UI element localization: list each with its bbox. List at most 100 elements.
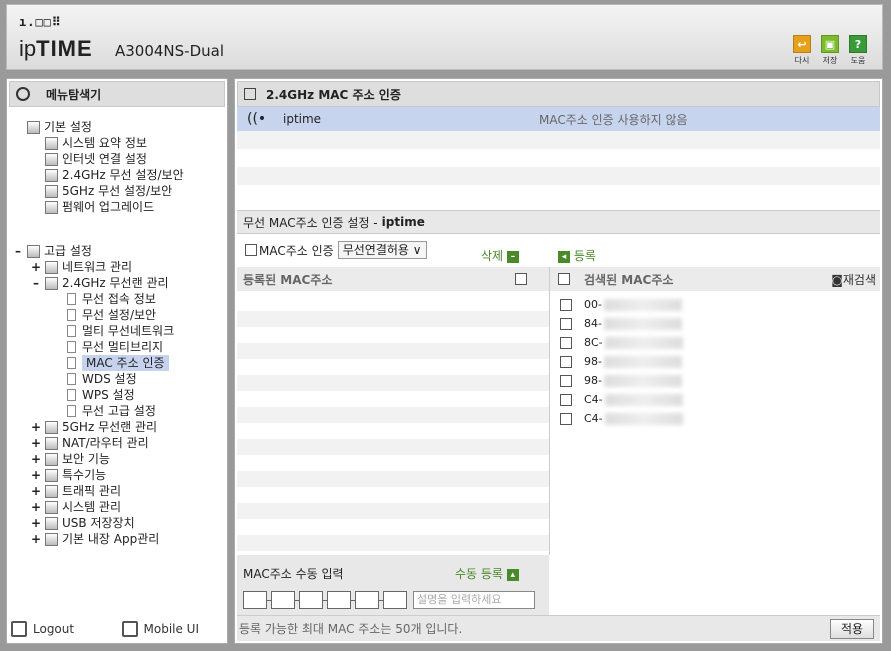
menu-mac-auth[interactable]: MAC 주소 인증 bbox=[67, 355, 169, 371]
page-icon bbox=[67, 373, 76, 385]
found-mac-item[interactable]: 00- bbox=[550, 295, 682, 314]
ssid-name: iptime bbox=[283, 112, 322, 126]
tree-usb[interactable]: + USB 저장장치 bbox=[31, 515, 135, 531]
redo-icon: ↩ bbox=[793, 35, 811, 53]
max-mac-note: 등록 가능한 최대 MAC 주소는 50개 입니다. bbox=[239, 622, 463, 636]
expand-icon[interactable]: + bbox=[31, 515, 41, 531]
folder-icon bbox=[27, 244, 40, 258]
menu-wireless-security[interactable]: 무선 설정/보안 bbox=[67, 307, 156, 323]
usb-icon bbox=[45, 516, 58, 530]
mobile-ui-button[interactable]: Mobile UI bbox=[121, 621, 199, 637]
page-icon bbox=[67, 341, 76, 353]
minus-icon: – bbox=[506, 250, 519, 263]
logout-icon bbox=[11, 621, 27, 637]
found-mac-item[interactable]: 98- bbox=[550, 352, 682, 371]
rescan-button[interactable]: ◙재검색 bbox=[831, 271, 876, 288]
menu-multi-bridge[interactable]: 무선 멀티브리지 bbox=[67, 339, 163, 355]
tree-network[interactable]: + 네트워크 관리 bbox=[31, 259, 132, 275]
tree-advanced-settings[interactable]: – 고급 설정 bbox=[13, 243, 92, 259]
mac-octet-input[interactable] bbox=[383, 591, 407, 609]
special-icon bbox=[45, 468, 58, 482]
collapse-icon[interactable]: – bbox=[13, 243, 23, 259]
page-icon bbox=[67, 309, 76, 321]
help-icon: ? bbox=[849, 35, 867, 53]
mac-octet-input[interactable] bbox=[299, 591, 323, 609]
found-mac-item[interactable]: 98- bbox=[550, 371, 682, 390]
select-all-found-checkbox[interactable] bbox=[558, 273, 570, 285]
expand-icon[interactable]: + bbox=[31, 451, 41, 467]
mac-octet-input[interactable] bbox=[355, 591, 379, 609]
menu-wireless-access-info[interactable]: 무선 접속 정보 bbox=[67, 291, 156, 307]
manual-register-button[interactable]: 수동 등록 ▴ bbox=[455, 565, 519, 582]
ssid-row[interactable]: ((• iptime MAC주소 인증 사용하지 않음 bbox=[237, 107, 880, 131]
menu-explorer-header: 메뉴탐색기 bbox=[9, 81, 225, 107]
tree-special[interactable]: + 특수기능 bbox=[31, 467, 106, 483]
mac-octet-input[interactable] bbox=[271, 591, 295, 609]
collapse-icon[interactable]: – bbox=[31, 275, 41, 291]
found-mac-item[interactable]: C4- bbox=[550, 409, 683, 428]
top-toolbar: ↩ 다시 ▣ 저장 ? 도움 bbox=[792, 35, 868, 66]
manual-entry-panel: MAC주소 수동 입력 수동 등록 ▴ 설명을 입력하세요 bbox=[237, 555, 549, 619]
mac-auth-checkbox[interactable] bbox=[245, 244, 257, 256]
expand-icon[interactable]: + bbox=[31, 499, 41, 515]
footer-bar: 등록 가능한 최대 MAC 주소는 50개 입니다. 적용 bbox=[237, 615, 880, 641]
traffic-icon bbox=[45, 484, 58, 498]
expand-icon[interactable]: + bbox=[31, 467, 41, 483]
registered-mac-header: 등록된 MAC주소 bbox=[237, 267, 549, 291]
page-icon bbox=[67, 389, 76, 401]
tree-system[interactable]: + 시스템 관리 bbox=[31, 499, 121, 515]
expand-icon[interactable]: + bbox=[31, 419, 41, 435]
page-title: 2.4GHz MAC 주소 인증 bbox=[266, 87, 401, 102]
policy-select[interactable]: 무선연결허용 ∨ bbox=[337, 241, 427, 259]
wireless-icon bbox=[45, 276, 58, 290]
menu-system-summary[interactable]: 시스템 요약 정보 bbox=[45, 135, 147, 151]
mobile-icon bbox=[121, 621, 138, 637]
found-mac-item[interactable]: C4- bbox=[550, 390, 683, 409]
menu-explorer: 메뉴탐색기 기본 설정 시스템 요약 정보 인터넷 연결 설정 2.4GHz 무… bbox=[6, 78, 228, 644]
mac-octet-inputs bbox=[243, 591, 407, 609]
expand-icon[interactable]: + bbox=[31, 435, 41, 451]
menu-multi-ssid[interactable]: 멀티 무선네트워크 bbox=[67, 323, 174, 339]
help-button[interactable]: ? 도움 bbox=[848, 35, 868, 66]
ssid-status: MAC주소 인증 사용하지 않음 bbox=[539, 112, 688, 127]
menu-internet-setup[interactable]: 인터넷 연결 설정 bbox=[45, 151, 147, 167]
tree-security[interactable]: + 보안 기능 bbox=[31, 451, 110, 467]
mac-auth-controls: MAC주소 인증 무선연결허용 ∨ bbox=[245, 241, 427, 259]
redo-button[interactable]: ↩ 다시 bbox=[792, 35, 812, 66]
menu-wireless-advanced[interactable]: 무선 고급 설정 bbox=[67, 403, 156, 419]
save-icon: ▣ bbox=[821, 35, 839, 53]
tree-basic-settings[interactable]: 기본 설정 bbox=[27, 119, 92, 135]
registered-mac-list bbox=[237, 295, 549, 551]
expand-icon[interactable]: + bbox=[31, 531, 41, 547]
delete-button[interactable]: 삭제 – bbox=[481, 247, 519, 264]
register-button[interactable]: ◂ 등록 bbox=[558, 247, 596, 264]
tree-5ghz-wlan[interactable]: +5GHz 무선랜 관리 bbox=[31, 419, 157, 435]
window-icon bbox=[244, 88, 256, 100]
found-mac-item[interactable]: 8C- bbox=[550, 333, 683, 352]
expand-icon[interactable]: + bbox=[31, 259, 41, 275]
page-title-bar: 2.4GHz MAC 주소 인증 bbox=[237, 81, 880, 107]
chart-icon bbox=[45, 136, 58, 150]
model-name: A3004NS-Dual bbox=[115, 42, 225, 60]
logo-mark: ı.□□⠿ bbox=[19, 15, 62, 29]
menu-5ghz-wireless[interactable]: 5GHz 무선 설정/보안 bbox=[45, 183, 172, 199]
logout-button[interactable]: Logout bbox=[11, 621, 74, 637]
expand-icon[interactable]: + bbox=[31, 483, 41, 499]
select-all-registered-checkbox[interactable] bbox=[515, 273, 527, 285]
description-input[interactable]: 설명을 입력하세요 bbox=[413, 591, 535, 609]
menu-wps[interactable]: WPS 설정 bbox=[67, 387, 135, 403]
found-mac-item[interactable]: 84- bbox=[550, 314, 682, 333]
tree-traffic[interactable]: + 트래픽 관리 bbox=[31, 483, 121, 499]
tree-apps[interactable]: + 기본 내장 App관리 bbox=[31, 531, 159, 547]
apply-button[interactable]: 적용 bbox=[830, 619, 874, 639]
lock-icon bbox=[45, 452, 58, 466]
save-button[interactable]: ▣ 저장 bbox=[820, 35, 840, 66]
menu-24ghz-wireless[interactable]: 2.4GHz 무선 설정/보안 bbox=[45, 167, 184, 183]
tree-nat-router[interactable]: + NAT/라우터 관리 bbox=[31, 435, 149, 451]
brand-logo: ipTIME bbox=[19, 36, 93, 61]
menu-firmware-upgrade[interactable]: 펌웨어 업그레이드 bbox=[45, 199, 154, 215]
mac-octet-input[interactable] bbox=[243, 591, 267, 609]
tree-24ghz-wlan[interactable]: –2.4GHz 무선랜 관리 bbox=[31, 275, 169, 291]
mac-octet-input[interactable] bbox=[327, 591, 351, 609]
menu-wds[interactable]: WDS 설정 bbox=[67, 371, 137, 387]
